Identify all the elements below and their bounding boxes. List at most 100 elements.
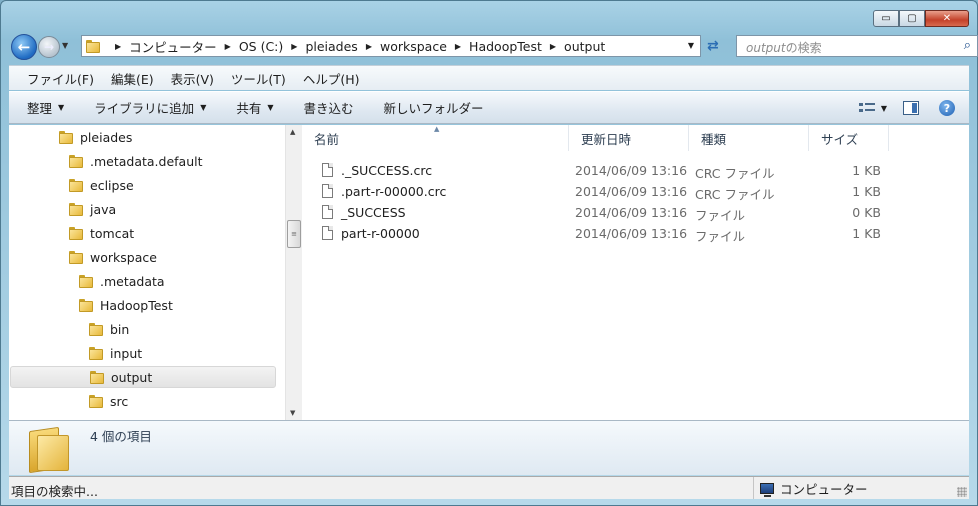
- breadcrumb-item[interactable]: コンピューター: [129, 37, 217, 56]
- view-list-icon: [858, 103, 875, 112]
- breadcrumb-separator-icon[interactable]: ▶: [115, 42, 121, 51]
- preview-pane-button[interactable]: [903, 101, 919, 115]
- tree-item[interactable]: input: [89, 342, 142, 364]
- file-date: 2014/06/09 13:16: [575, 184, 688, 199]
- breadcrumb-item[interactable]: HadoopTest: [469, 39, 542, 54]
- folder-icon: [86, 39, 100, 53]
- command-button[interactable]: 共有 ▼: [236, 98, 273, 117]
- column-header-name[interactable]: 名前: [302, 125, 569, 151]
- file-icon: [322, 184, 333, 198]
- file-name: part-r-00000: [341, 226, 420, 241]
- tree-item[interactable]: src: [89, 390, 128, 412]
- breadcrumb-separator-icon[interactable]: ▶: [225, 42, 231, 51]
- view-dropdown-icon: ▼: [880, 103, 887, 113]
- file-row[interactable]: _SUCCESS 2014/06/09 13:16 ファイル 0 KB: [302, 202, 978, 223]
- tree-item[interactable]: tomcat: [69, 222, 134, 244]
- breadcrumb-separator-icon[interactable]: ▶: [455, 42, 461, 51]
- command-bar: 整理 ▼ ライブラリに追加 ▼ 共有 ▼ 書き込む 新しいフォルダー ▼ ?: [9, 91, 969, 124]
- navigation-pane-scrollbar[interactable]: ▲ ≡ ▼: [285, 125, 302, 420]
- tree-item[interactable]: workspace: [69, 246, 157, 268]
- breadcrumb-separator-icon[interactable]: ▶: [550, 42, 556, 51]
- column-header-type[interactable]: 種類: [689, 125, 809, 151]
- status-location: コンピューター: [753, 477, 868, 499]
- breadcrumb-item[interactable]: workspace: [380, 39, 447, 54]
- command-label: ライブラリに追加: [94, 101, 195, 116]
- tree-item[interactable]: bin: [89, 318, 129, 340]
- tree-item[interactable]: .metadata.default: [69, 150, 203, 172]
- command-label: 共有: [236, 101, 262, 116]
- folder-icon: [90, 370, 104, 384]
- menu-item[interactable]: ヘルプ(H): [303, 69, 360, 88]
- tree-item-label: java: [90, 201, 117, 217]
- address-bar[interactable]: ▶ コンピューター ▶ OS (C:) ▶ pleiades ▶ workspace ▶ Hado…: [81, 35, 701, 57]
- folder-icon: [69, 154, 83, 168]
- status-bar: 項目の検索中... コンピューター: [9, 476, 969, 499]
- refresh-button[interactable]: ⇄: [707, 38, 719, 54]
- address-history-dropdown[interactable]: ▼: [688, 41, 694, 50]
- search-placeholder-folder: output: [746, 41, 786, 55]
- tree-item[interactable]: HadoopTest: [79, 294, 173, 316]
- tree-item[interactable]: eclipse: [69, 174, 134, 196]
- command-button[interactable]: 書き込む: [304, 98, 354, 117]
- tree-item[interactable]: pleiades: [59, 126, 132, 148]
- large-folder-icon: [29, 426, 69, 474]
- menu-item[interactable]: 編集(E): [111, 69, 154, 88]
- maximize-button[interactable]: ▢: [899, 10, 925, 27]
- search-placeholder-suffix: の検索: [785, 41, 822, 55]
- resize-grip[interactable]: [957, 487, 967, 497]
- breadcrumb-separator-icon[interactable]: ▶: [366, 42, 372, 51]
- close-button[interactable]: ✕: [925, 10, 969, 27]
- folder-icon: [69, 250, 83, 264]
- tree-item[interactable]: java: [69, 198, 116, 220]
- file-row[interactable]: part-r-00000 2014/06/09 13:16 ファイル 1 KB: [302, 223, 978, 244]
- scroll-thumb[interactable]: ≡: [287, 220, 301, 248]
- file-row[interactable]: ._SUCCESS.crc 2014/06/09 13:16 CRC ファイル 1 K…: [302, 160, 978, 181]
- scroll-down-icon[interactable]: ▼: [290, 409, 295, 417]
- menu-item[interactable]: 表示(V): [171, 69, 214, 88]
- help-button[interactable]: ?: [939, 100, 955, 116]
- file-size: 1 KB: [852, 184, 881, 199]
- file-name: .part-r-00000.crc: [341, 184, 447, 199]
- breadcrumb-item[interactable]: pleiades: [305, 39, 357, 54]
- file-list-pane: ▲ 名前 更新日時 種類 サイズ ._SUCCESS.crc 2014/06/09…: [302, 125, 969, 420]
- tree-item[interactable]: output: [10, 366, 276, 388]
- file-name-cell: .part-r-00000.crc: [322, 184, 446, 199]
- column-header-date[interactable]: 更新日時: [569, 125, 689, 151]
- scroll-up-icon[interactable]: ▲: [290, 128, 295, 136]
- file-type: CRC ファイル: [695, 187, 775, 202]
- menu-item[interactable]: ツール(T): [231, 69, 286, 88]
- command-label: 新しいフォルダー: [383, 101, 484, 116]
- forward-button[interactable]: →: [38, 36, 60, 58]
- command-list: 整理 ▼ ライブラリに追加 ▼ 共有 ▼ 書き込む 新しいフォルダー: [27, 98, 514, 117]
- command-label: 整理: [27, 101, 53, 116]
- file-size: 1 KB: [852, 163, 881, 178]
- command-button[interactable]: ライブラリに追加 ▼: [94, 98, 206, 117]
- search-input[interactable]: outputの検索 ⌕: [736, 35, 978, 57]
- breadcrumb-item[interactable]: output: [564, 39, 605, 54]
- command-label: 書き込む: [303, 101, 354, 116]
- recent-pages-dropdown[interactable]: ▼: [62, 41, 68, 50]
- navigation-pane[interactable]: pleiades .metadata.default eclipse java tomc…: [9, 125, 285, 420]
- search-icon[interactable]: ⌕: [964, 38, 971, 53]
- column-header-size[interactable]: サイズ: [809, 125, 889, 151]
- caption-buttons: ▭ ▢ ✕: [873, 10, 969, 27]
- file-name: _SUCCESS: [341, 205, 406, 220]
- breadcrumb-separator-icon[interactable]: ▶: [291, 42, 297, 51]
- change-view-button[interactable]: ▼: [858, 102, 887, 114]
- command-button[interactable]: 新しいフォルダー: [384, 98, 484, 117]
- file-name-cell: ._SUCCESS.crc: [322, 163, 432, 178]
- file-row[interactable]: .part-r-00000.crc 2014/06/09 13:16 CRC ファイ…: [302, 181, 978, 202]
- command-button[interactable]: 整理 ▼: [27, 98, 64, 117]
- minimize-button[interactable]: ▭: [873, 10, 899, 27]
- menu-item[interactable]: ファイル(F): [27, 69, 94, 88]
- breadcrumb-item[interactable]: OS (C:): [239, 39, 283, 54]
- command-bar-right: ▼ ?: [858, 100, 955, 116]
- explorer-window: ▭ ▢ ✕ ← → ▼ ▶ コンピューター ▶ OS (C:) ▶ pleiades ▶ wo…: [0, 0, 978, 506]
- file-size: 1 KB: [852, 226, 881, 241]
- tree-item[interactable]: .metadata: [79, 270, 165, 292]
- file-date: 2014/06/09 13:16: [575, 163, 688, 178]
- back-button[interactable]: ←: [11, 34, 37, 60]
- folder-icon: [69, 226, 83, 240]
- details-pane: 4 個の項目: [9, 420, 969, 475]
- file-icon: [322, 205, 333, 219]
